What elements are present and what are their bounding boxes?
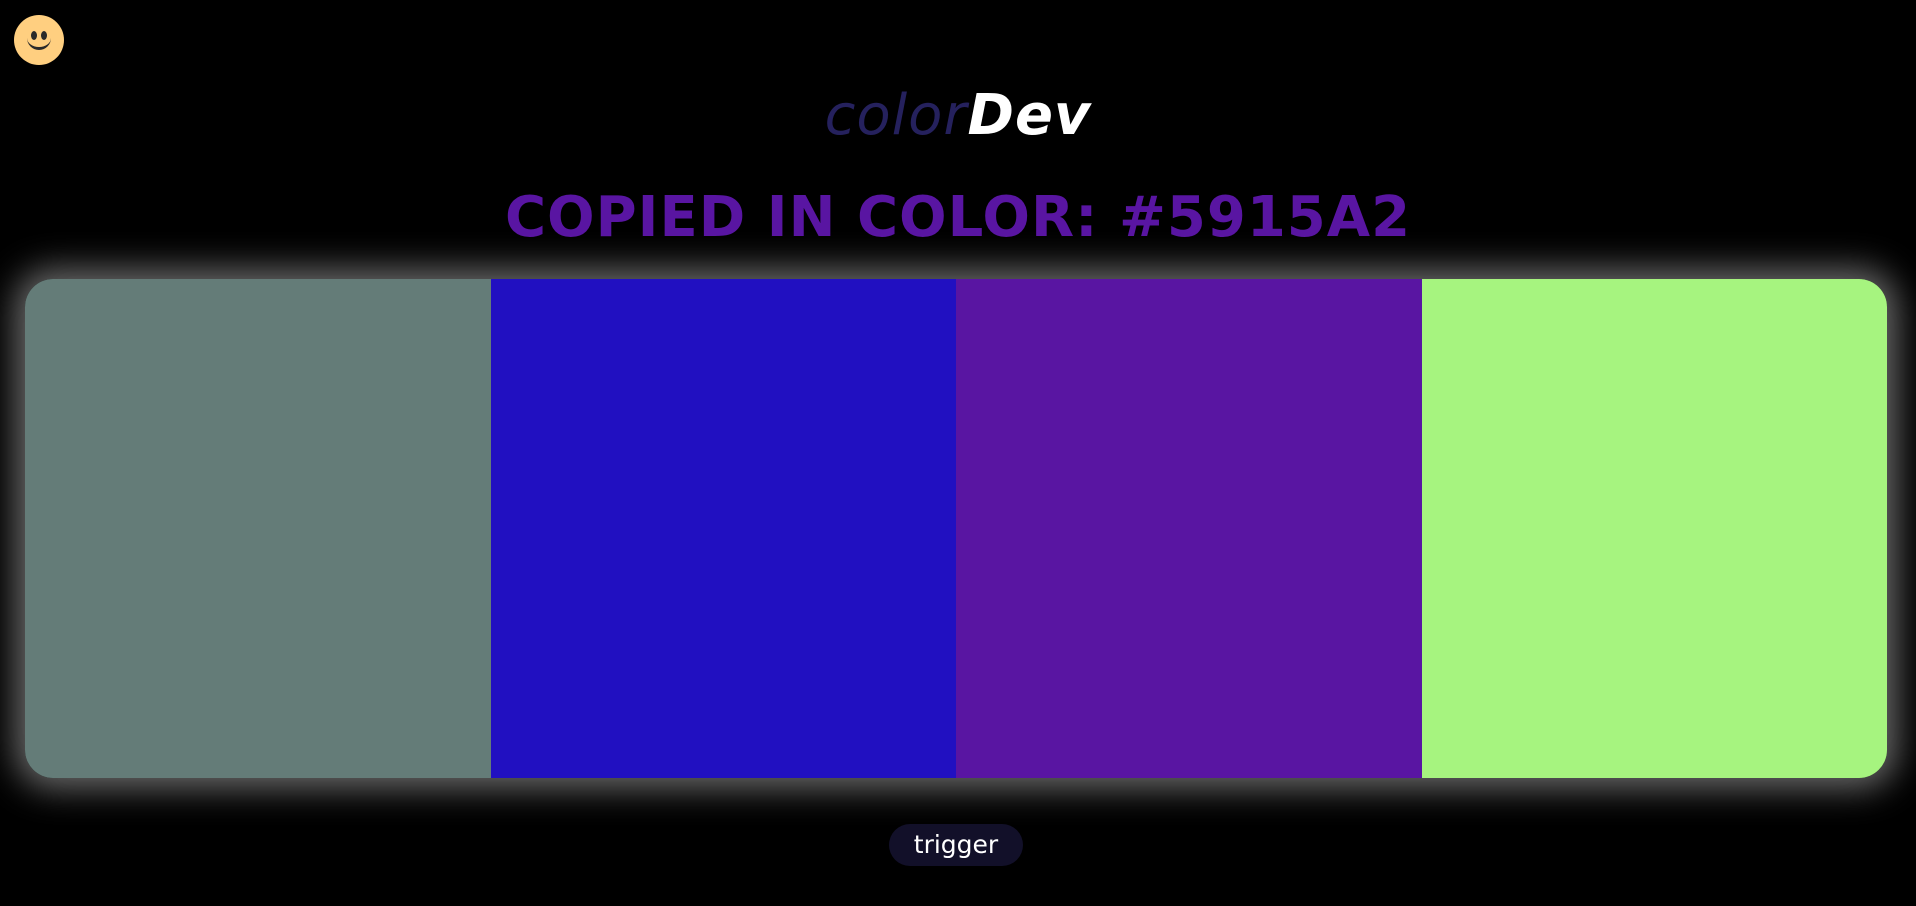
smiley-face-icon[interactable]: [14, 15, 64, 65]
logo-part-color: color: [824, 83, 968, 148]
color-swatch-3[interactable]: [956, 279, 1422, 778]
smiley-mouth: [27, 37, 51, 50]
logo-part-dev: Dev: [967, 83, 1092, 148]
page: colorDev COPIED IN COLOR: #5915A2 trigge…: [0, 0, 1916, 906]
trigger-button[interactable]: trigger: [889, 824, 1023, 866]
app-logo: colorDev: [0, 78, 1916, 154]
color-swatch-2[interactable]: [490, 279, 956, 778]
color-swatch-1[interactable]: [25, 279, 491, 778]
color-palette: [25, 279, 1887, 778]
color-swatch-4[interactable]: [1421, 279, 1887, 778]
copied-color-headline: COPIED IN COLOR: #5915A2: [504, 185, 1412, 250]
